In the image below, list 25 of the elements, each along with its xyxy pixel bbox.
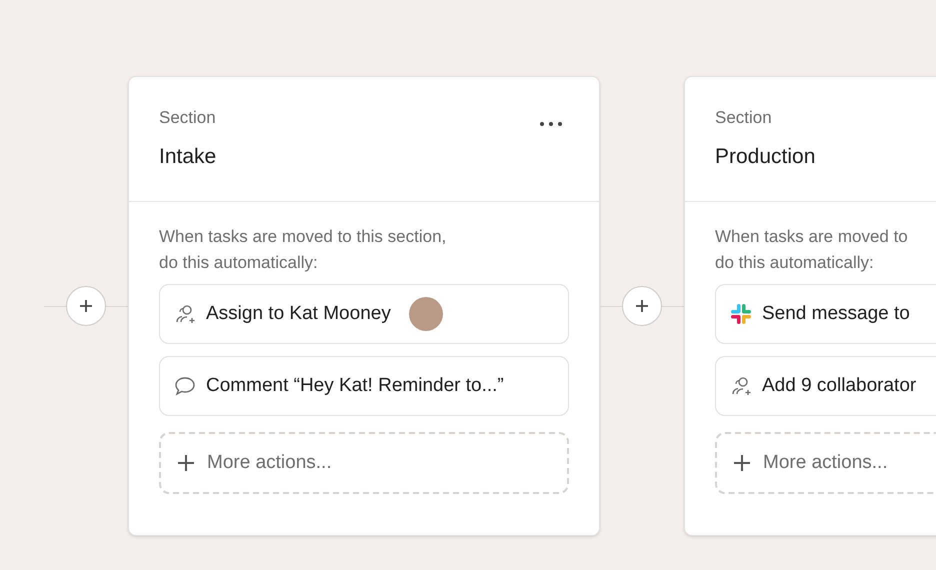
plus-icon — [177, 454, 195, 472]
action-item[interactable]: Send message to — [715, 284, 936, 344]
action-item[interactable]: Add 9 collaborator — [715, 356, 936, 416]
ellipsis-icon — [539, 121, 563, 127]
automation-description: When tasks are moved to this section, do this automatically: — [159, 226, 448, 274]
add-people-icon — [174, 303, 196, 325]
add-section-button[interactable] — [66, 286, 106, 326]
more-options-button[interactable] — [539, 119, 563, 129]
speech-bubble-icon — [174, 376, 196, 396]
more-actions-button[interactable]: More actions... — [715, 432, 936, 494]
section-title: Intake — [159, 146, 216, 167]
hash-logo-icon — [730, 303, 752, 325]
avatar — [408, 297, 443, 331]
automation-description: When tasks are moved to do this automatically: — [715, 226, 909, 274]
plus-icon — [635, 299, 649, 313]
section-title: Production — [715, 146, 816, 167]
add-people-icon — [730, 375, 752, 397]
plus-icon — [79, 299, 93, 313]
section-label: Section — [715, 109, 773, 126]
action-item[interactable]: Assign to Kat Mooney — [159, 284, 569, 344]
action-item[interactable]: Comment “Hey Kat! Reminder to...” — [159, 356, 569, 416]
section-label: Section — [159, 109, 216, 126]
plus-icon — [733, 454, 751, 472]
more-actions-button[interactable]: More actions... — [159, 432, 569, 494]
add-section-button[interactable] — [622, 286, 662, 326]
